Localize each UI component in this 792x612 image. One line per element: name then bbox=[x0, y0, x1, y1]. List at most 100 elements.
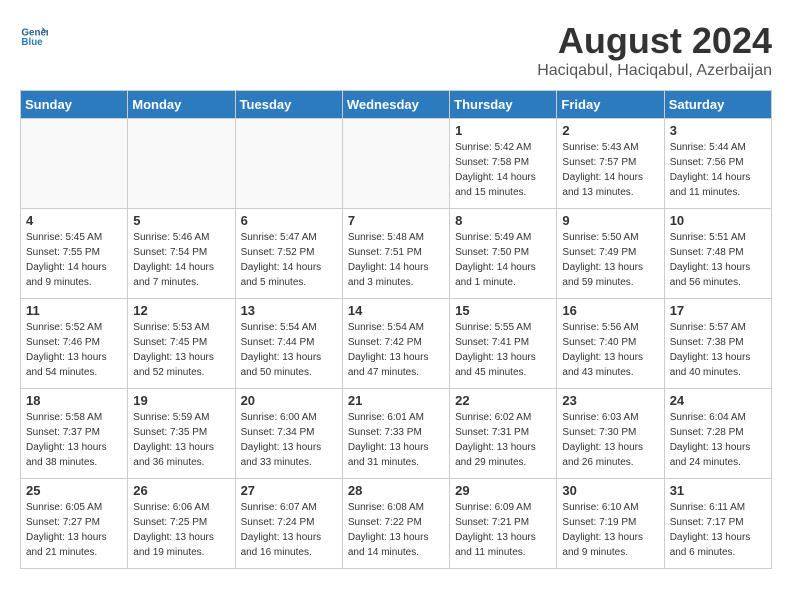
day-number: 2 bbox=[562, 123, 658, 138]
calendar-cell: 19 Sunrise: 5:59 AMSunset: 7:35 PMDayligh… bbox=[128, 389, 235, 479]
calendar-cell: 5Sunrise: 5:46 AMSunset: 7:54 PMDaylight… bbox=[128, 209, 235, 299]
day-number: 31 bbox=[670, 483, 766, 498]
day-of-week-header: Saturday bbox=[664, 91, 771, 119]
logo: General Blue bbox=[20, 20, 48, 48]
day-info: Sunrise: 5:50 AMSunset: 7:49 PMDaylight:… bbox=[562, 230, 658, 290]
day-info: Sunrise: 5:53 AMSunset: 7:45 PMDaylight:… bbox=[133, 320, 229, 380]
calendar-cell: 31 Sunrise: 6:11 AMSunset: 7:17 PMDayligh… bbox=[664, 479, 771, 569]
calendar-cell: 25 Sunrise: 6:05 AMSunset: 7:27 PMDayligh… bbox=[21, 479, 128, 569]
day-info: Sunrise: 6:01 AMSunset: 7:33 PMDaylight:… bbox=[348, 410, 444, 470]
day-number: 8 bbox=[455, 213, 551, 228]
calendar-cell: 16 Sunrise: 5:56 AMSunset: 7:40 PMDayligh… bbox=[557, 299, 664, 389]
day-number: 29 bbox=[455, 483, 551, 498]
calendar-cell: 28 Sunrise: 6:08 AMSunset: 7:22 PMDayligh… bbox=[342, 479, 449, 569]
day-number: 10 bbox=[670, 213, 766, 228]
day-number: 20 bbox=[241, 393, 337, 408]
day-info: Sunrise: 5:44 AMSunset: 7:56 PMDaylight:… bbox=[670, 140, 766, 200]
day-info: Sunrise: 5:47 AMSunset: 7:52 PMDaylight:… bbox=[241, 230, 337, 290]
day-info: Sunrise: 5:48 AMSunset: 7:51 PMDaylight:… bbox=[348, 230, 444, 290]
calendar-cell: 1 Sunrise: 5:42 AMSunset: 7:58 PMDaylight… bbox=[450, 119, 557, 209]
day-number: 6 bbox=[241, 213, 337, 228]
day-info: Sunrise: 6:07 AMSunset: 7:24 PMDaylight:… bbox=[241, 500, 337, 560]
day-number: 18 bbox=[26, 393, 122, 408]
day-number: 26 bbox=[133, 483, 229, 498]
day-info: Sunrise: 6:10 AMSunset: 7:19 PMDaylight:… bbox=[562, 500, 658, 560]
day-info: Sunrise: 5:49 AMSunset: 7:50 PMDaylight:… bbox=[455, 230, 551, 290]
day-info: Sunrise: 5:52 AMSunset: 7:46 PMDaylight:… bbox=[26, 320, 122, 380]
day-info: Sunrise: 6:02 AMSunset: 7:31 PMDaylight:… bbox=[455, 410, 551, 470]
calendar-cell bbox=[342, 119, 449, 209]
logo-icon: General Blue bbox=[20, 20, 48, 48]
calendar-title: August 2024 bbox=[537, 20, 772, 62]
calendar-cell: 23Sunrise: 6:03 AMSunset: 7:30 PMDayligh… bbox=[557, 389, 664, 479]
day-info: Sunrise: 5:43 AMSunset: 7:57 PMDaylight:… bbox=[562, 140, 658, 200]
day-info: Sunrise: 5:54 AMSunset: 7:42 PMDaylight:… bbox=[348, 320, 444, 380]
day-info: Sunrise: 5:59 AMSunset: 7:35 PMDaylight:… bbox=[133, 410, 229, 470]
day-of-week-header: Friday bbox=[557, 91, 664, 119]
day-number: 9 bbox=[562, 213, 658, 228]
calendar-cell: 26 Sunrise: 6:06 AMSunset: 7:25 PMDayligh… bbox=[128, 479, 235, 569]
day-info: Sunrise: 5:54 AMSunset: 7:44 PMDaylight:… bbox=[241, 320, 337, 380]
day-of-week-header: Sunday bbox=[21, 91, 128, 119]
day-info: Sunrise: 6:03 AMSunset: 7:30 PMDaylight:… bbox=[562, 410, 658, 470]
title-section: August 2024 Haciqabul, Haciqabul, Azerba… bbox=[537, 20, 772, 80]
day-number: 25 bbox=[26, 483, 122, 498]
day-number: 22 bbox=[455, 393, 551, 408]
day-number: 14 bbox=[348, 303, 444, 318]
calendar-cell: 13 Sunrise: 5:54 AMSunset: 7:44 PMDayligh… bbox=[235, 299, 342, 389]
day-number: 1 bbox=[455, 123, 551, 138]
page-header: General Blue August 2024 Haciqabul, Haci… bbox=[20, 20, 772, 80]
day-of-week-header: Monday bbox=[128, 91, 235, 119]
day-info: Sunrise: 6:09 AMSunset: 7:21 PMDaylight:… bbox=[455, 500, 551, 560]
calendar-cell: 2 Sunrise: 5:43 AMSunset: 7:57 PMDaylight… bbox=[557, 119, 664, 209]
day-info: Sunrise: 6:08 AMSunset: 7:22 PMDaylight:… bbox=[348, 500, 444, 560]
day-info: Sunrise: 5:42 AMSunset: 7:58 PMDaylight:… bbox=[455, 140, 551, 200]
calendar-cell: 17 Sunrise: 5:57 AMSunset: 7:38 PMDayligh… bbox=[664, 299, 771, 389]
calendar-cell: 6 Sunrise: 5:47 AMSunset: 7:52 PMDaylight… bbox=[235, 209, 342, 299]
calendar-cell: 14 Sunrise: 5:54 AMSunset: 7:42 PMDayligh… bbox=[342, 299, 449, 389]
day-number: 13 bbox=[241, 303, 337, 318]
day-number: 28 bbox=[348, 483, 444, 498]
day-of-week-header: Tuesday bbox=[235, 91, 342, 119]
day-number: 11 bbox=[26, 303, 122, 318]
calendar-table: SundayMondayTuesdayWednesdayThursdayFrid… bbox=[20, 90, 772, 569]
calendar-cell: 20 Sunrise: 6:00 AMSunset: 7:34 PMDayligh… bbox=[235, 389, 342, 479]
calendar-cell: 24Sunrise: 6:04 AMSunset: 7:28 PMDayligh… bbox=[664, 389, 771, 479]
calendar-cell: 29 Sunrise: 6:09 AMSunset: 7:21 PMDayligh… bbox=[450, 479, 557, 569]
day-info: Sunrise: 5:58 AMSunset: 7:37 PMDaylight:… bbox=[26, 410, 122, 470]
day-info: Sunrise: 5:55 AMSunset: 7:41 PMDaylight:… bbox=[455, 320, 551, 380]
day-info: Sunrise: 5:57 AMSunset: 7:38 PMDaylight:… bbox=[670, 320, 766, 380]
day-number: 24 bbox=[670, 393, 766, 408]
day-info: Sunrise: 5:56 AMSunset: 7:40 PMDaylight:… bbox=[562, 320, 658, 380]
day-number: 16 bbox=[562, 303, 658, 318]
calendar-cell: 9 Sunrise: 5:50 AMSunset: 7:49 PMDaylight… bbox=[557, 209, 664, 299]
day-number: 27 bbox=[241, 483, 337, 498]
calendar-week-row: 1 Sunrise: 5:42 AMSunset: 7:58 PMDaylight… bbox=[21, 119, 772, 209]
day-info: Sunrise: 6:06 AMSunset: 7:25 PMDaylight:… bbox=[133, 500, 229, 560]
calendar-cell: 3Sunrise: 5:44 AMSunset: 7:56 PMDaylight… bbox=[664, 119, 771, 209]
day-info: Sunrise: 5:51 AMSunset: 7:48 PMDaylight:… bbox=[670, 230, 766, 290]
day-number: 17 bbox=[670, 303, 766, 318]
day-info: Sunrise: 6:11 AMSunset: 7:17 PMDaylight:… bbox=[670, 500, 766, 560]
calendar-cell bbox=[235, 119, 342, 209]
day-info: Sunrise: 6:05 AMSunset: 7:27 PMDaylight:… bbox=[26, 500, 122, 560]
calendar-cell: 8 Sunrise: 5:49 AMSunset: 7:50 PMDaylight… bbox=[450, 209, 557, 299]
calendar-cell bbox=[21, 119, 128, 209]
day-number: 19 bbox=[133, 393, 229, 408]
svg-text:Blue: Blue bbox=[21, 37, 43, 48]
day-number: 4 bbox=[26, 213, 122, 228]
day-info: Sunrise: 5:46 AMSunset: 7:54 PMDaylight:… bbox=[133, 230, 229, 290]
calendar-cell: 4 Sunrise: 5:45 AMSunset: 7:55 PMDaylight… bbox=[21, 209, 128, 299]
calendar-week-row: 18 Sunrise: 5:58 AMSunset: 7:37 PMDayligh… bbox=[21, 389, 772, 479]
calendar-cell: 11 Sunrise: 5:52 AMSunset: 7:46 PMDayligh… bbox=[21, 299, 128, 389]
calendar-cell bbox=[128, 119, 235, 209]
calendar-week-row: 25 Sunrise: 6:05 AMSunset: 7:27 PMDayligh… bbox=[21, 479, 772, 569]
day-number: 12 bbox=[133, 303, 229, 318]
day-info: Sunrise: 5:45 AMSunset: 7:55 PMDaylight:… bbox=[26, 230, 122, 290]
day-of-week-header: Wednesday bbox=[342, 91, 449, 119]
calendar-body: 1 Sunrise: 5:42 AMSunset: 7:58 PMDaylight… bbox=[21, 119, 772, 569]
calendar-cell: 22 Sunrise: 6:02 AMSunset: 7:31 PMDayligh… bbox=[450, 389, 557, 479]
day-info: Sunrise: 6:00 AMSunset: 7:34 PMDaylight:… bbox=[241, 410, 337, 470]
day-number: 7 bbox=[348, 213, 444, 228]
calendar-subtitle: Haciqabul, Haciqabul, Azerbaijan bbox=[537, 62, 772, 80]
